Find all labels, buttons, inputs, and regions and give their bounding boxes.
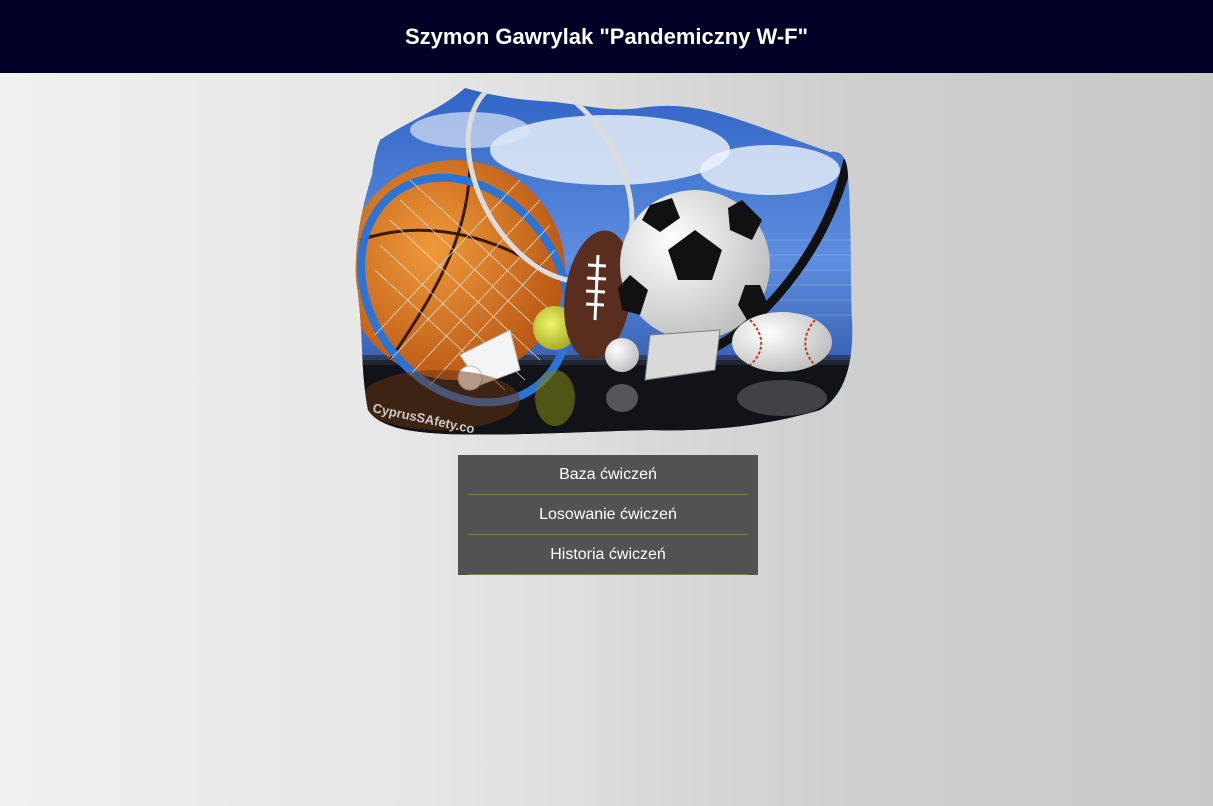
main-menu: Baza ćwiczeń Losowanie ćwiczeń Historia … <box>458 455 758 575</box>
page-header: Szymon Gawrylak "Pandemiczny W-F" <box>0 0 1213 73</box>
menu-item-random-exercises[interactable]: Losowanie ćwiczeń <box>468 495 748 535</box>
page-title: Szymon Gawrylak "Pandemiczny W-F" <box>404 23 809 49</box>
menu-item-exercise-history[interactable]: Historia ćwiczeń <box>468 535 748 575</box>
menu-item-exercise-database[interactable]: Baza ćwiczeń <box>468 455 748 495</box>
sports-hero-image: CyprusSAfety.co <box>355 88 853 435</box>
